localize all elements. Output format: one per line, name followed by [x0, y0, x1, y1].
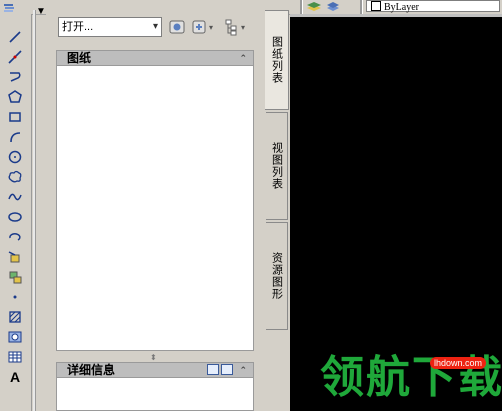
linetype-value: ByLayer [384, 2, 419, 13]
layer-states-icon[interactable] [326, 0, 340, 15]
toolbar-separator-2 [360, 0, 363, 14]
tab-resource-drawings[interactable]: 资源图形 [266, 222, 288, 330]
table-icon[interactable] [4, 348, 26, 366]
multiline-text-icon[interactable]: A [4, 368, 26, 386]
sheets-header[interactable]: 图纸 ⌃ [56, 50, 254, 66]
sheets-list[interactable] [56, 66, 254, 351]
details-body [56, 378, 254, 411]
draw-toolbar: A [0, 14, 32, 411]
arc-icon[interactable] [4, 128, 26, 146]
point-icon[interactable] [4, 288, 26, 306]
color-swatch-icon [371, 1, 381, 11]
details-view-icon[interactable] [207, 364, 219, 375]
toolbar-separator [300, 0, 303, 14]
layer-previous-icon[interactable] [306, 0, 322, 15]
layer-manager-icon[interactable] [2, 0, 16, 13]
layer-tool-icons [306, 0, 340, 14]
details-header-label: 详细信息 [67, 363, 116, 377]
toolbar-icons-left [0, 0, 16, 14]
sheet-selection-icon [192, 20, 206, 34]
tab-view-list[interactable]: 视图列表 [266, 112, 288, 220]
rectangle-icon[interactable] [4, 108, 26, 126]
canvas-top-border [290, 14, 502, 17]
tab-sheet-list[interactable]: 图纸列表 [265, 10, 289, 110]
watermark-url: lhdown.com [430, 357, 487, 369]
publish-button[interactable] [168, 17, 186, 37]
publish-icon [169, 20, 185, 34]
sheets-header-label: 图纸 [67, 51, 92, 65]
dropdown-arrow-icon: ▾ [241, 22, 246, 32]
palette-tabs: 图纸列表 视图列表 资源图形 [265, 10, 289, 330]
line-icon[interactable] [4, 28, 26, 46]
polyline-icon[interactable] [4, 68, 26, 86]
palette-title-strip[interactable] [33, 10, 36, 411]
preview-view-icon[interactable] [221, 364, 233, 375]
sheet-selection-button[interactable]: ▾ [190, 17, 213, 37]
hatch-icon[interactable] [4, 308, 26, 326]
insert-block-icon[interactable] [4, 248, 26, 266]
ellipse-icon[interactable] [4, 208, 26, 226]
linetype-dropdown[interactable]: ByLayer [366, 0, 500, 13]
collapse-icon[interactable]: ⌃ [239, 51, 247, 65]
view-options-button[interactable]: ▾ [222, 17, 245, 37]
dropdown-arrow-icon: ▾ [209, 22, 214, 32]
splitter-handle-icon[interactable]: ⬍ [150, 353, 157, 362]
revision-cloud-icon[interactable] [4, 168, 26, 186]
open-combo[interactable]: 打开... ▾ [58, 17, 162, 37]
details-header[interactable]: 详细信息 ⌃ [56, 362, 254, 378]
tree-view-icon [225, 19, 237, 36]
pin-icon[interactable]: ▼ [36, 6, 46, 17]
chevron-down-icon: ▾ [152, 21, 158, 32]
polygon-icon[interactable] [4, 88, 26, 106]
ellipse-arc-icon[interactable] [4, 228, 26, 246]
make-block-icon[interactable] [4, 268, 26, 286]
region-icon[interactable] [4, 328, 26, 346]
construction-line-icon[interactable] [4, 48, 26, 66]
spline-icon[interactable] [4, 188, 26, 206]
sheet-set-palette: 打开... ▾ ▾ ▾ 图纸 ⌃ ⬍ 详细信息 ⌃ [46, 10, 266, 411]
circle-icon[interactable] [4, 148, 26, 166]
open-combo-value: 打开... [62, 21, 94, 33]
collapse-icon[interactable]: ⌃ [239, 363, 247, 377]
